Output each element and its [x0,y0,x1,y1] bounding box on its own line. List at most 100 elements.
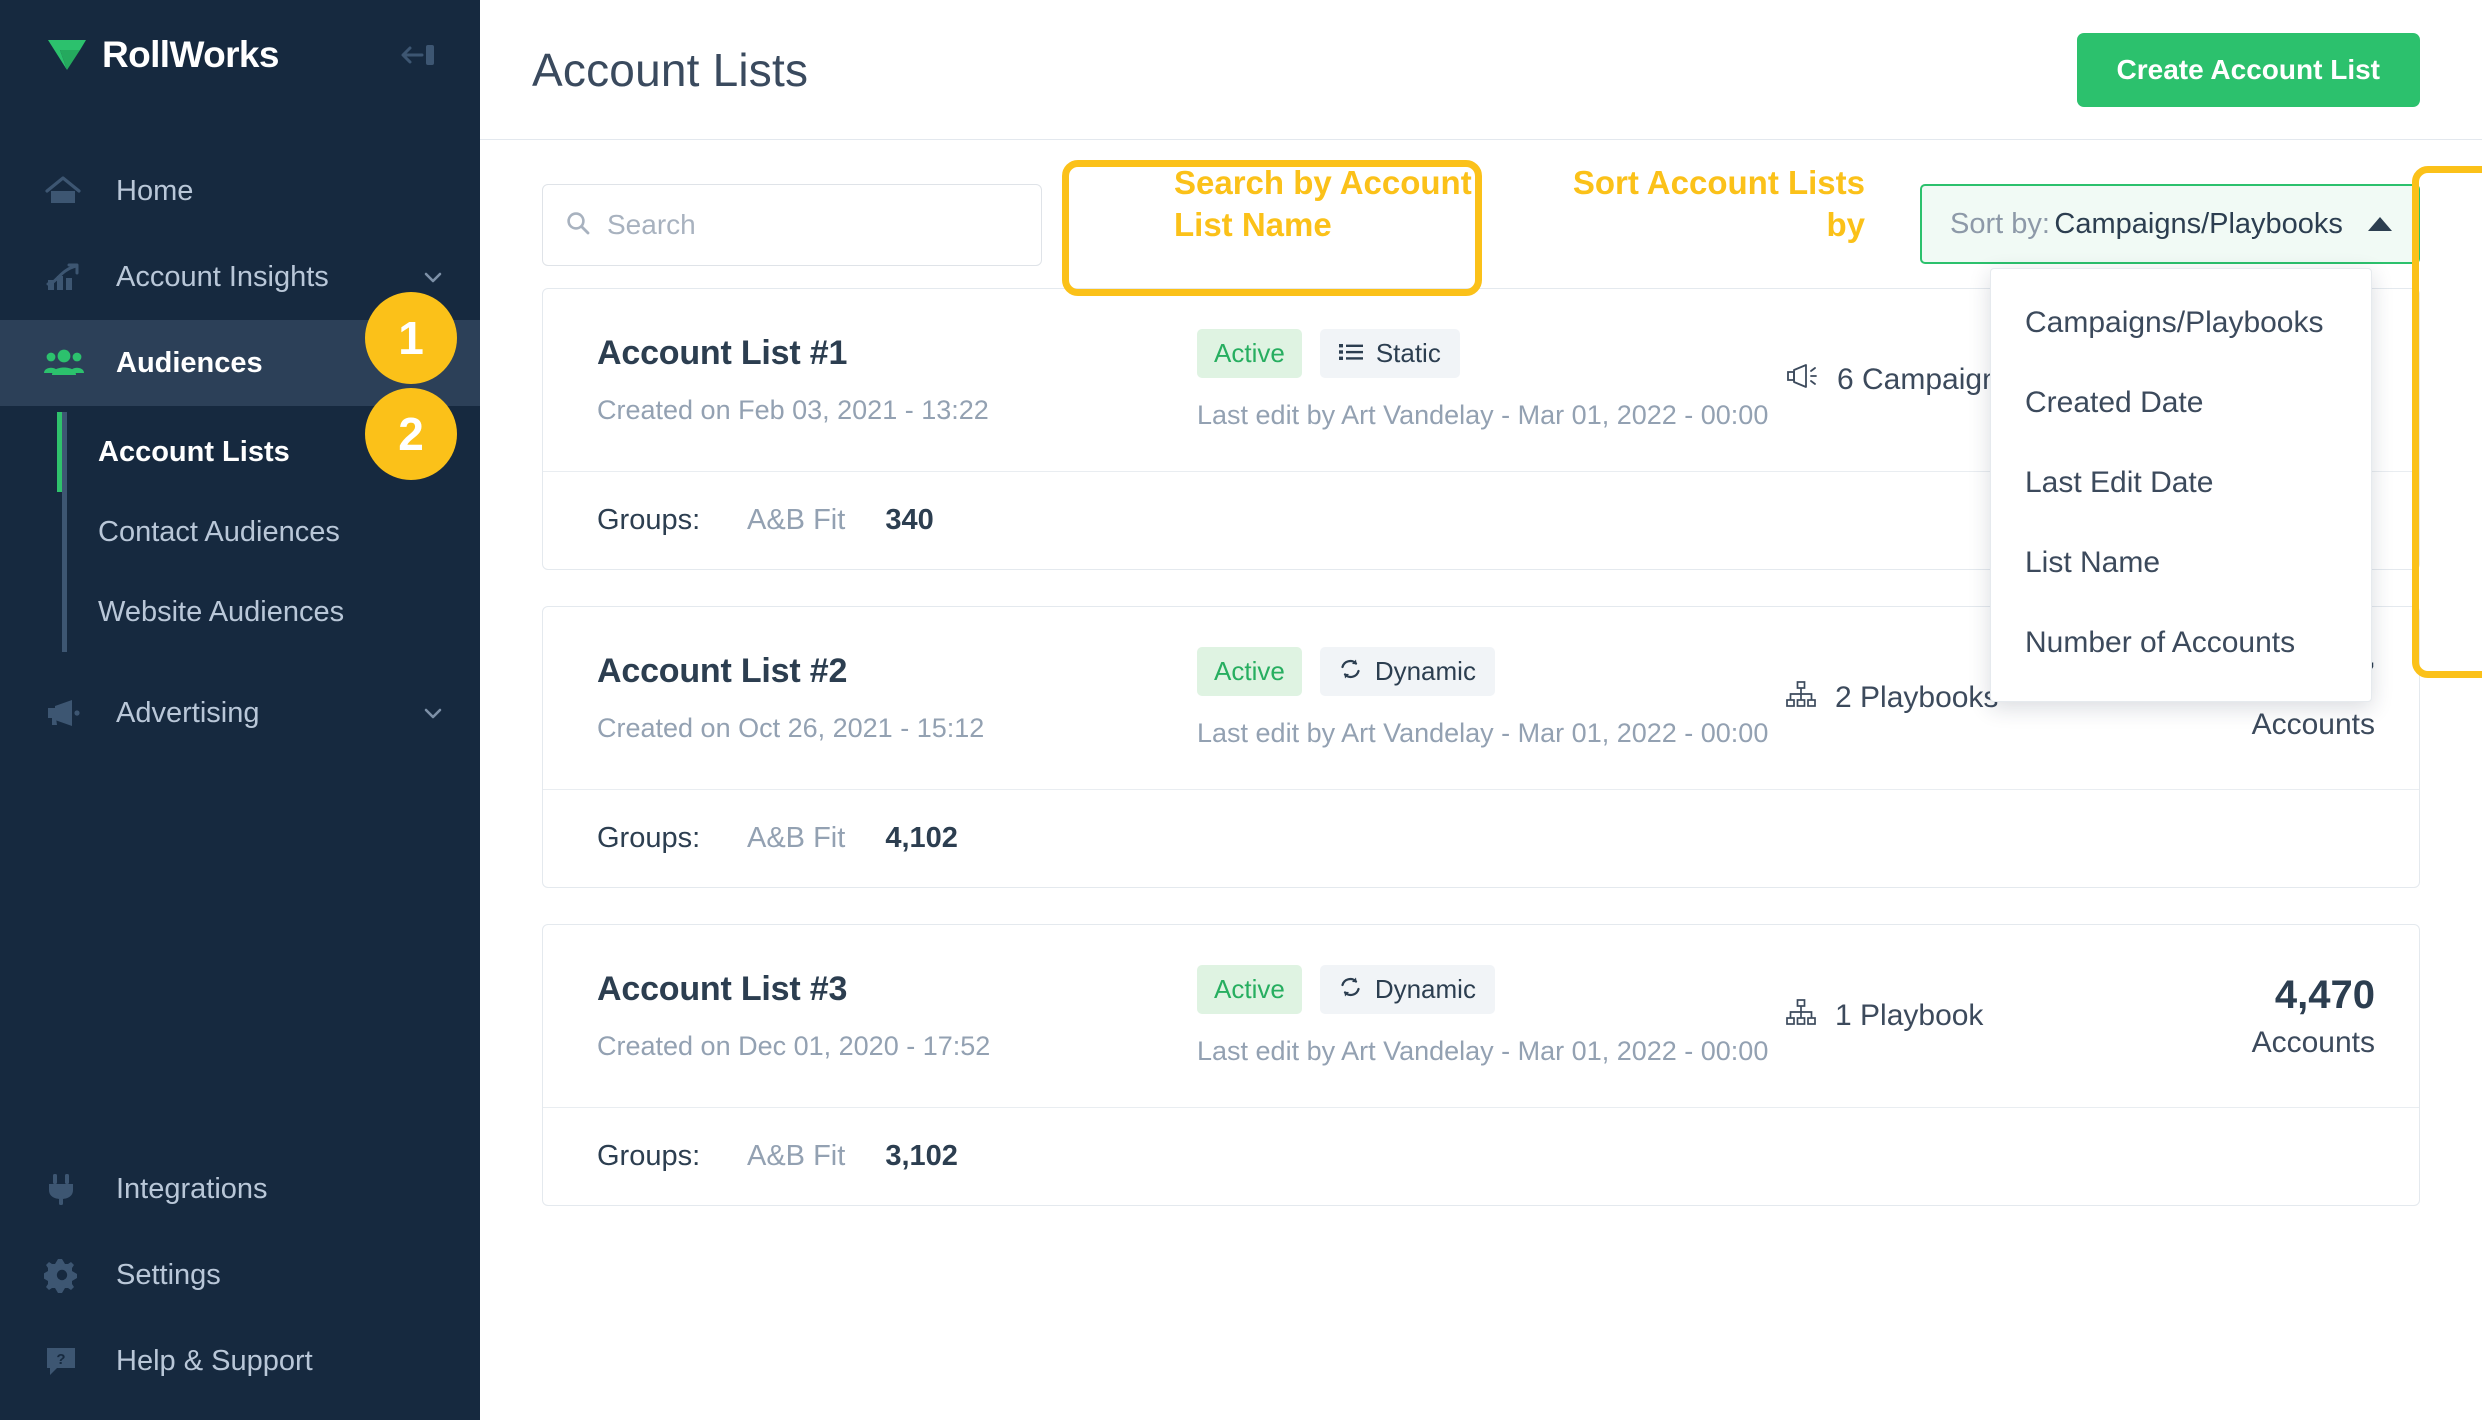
sidebar-item-label: Integrations [116,1172,268,1205]
svg-text:?: ? [56,1351,65,1368]
group-name[interactable]: A&B Fit [747,504,845,537]
accounts-label: Accounts [2251,1025,2375,1059]
sidebar-item-home[interactable]: Home [0,148,480,234]
last-edit-info: Last edit by Art Vandelay - Mar 01, 2022… [1197,400,1769,430]
status-badge: Active [1197,647,1302,696]
plug-icon [44,1172,90,1206]
account-list-name[interactable]: Account List #3 [597,970,1197,1009]
sidebar-item-settings[interactable]: Settings [0,1232,480,1318]
gear-icon [44,1257,90,1293]
groups-label: Groups: [597,504,701,536]
annotation-search-label: Search by Account List Name [1174,164,1472,243]
created-date: Created on Feb 03, 2021 - 13:22 [597,395,989,425]
brand-logo[interactable]: RollWorks [46,34,396,76]
group-name[interactable]: A&B Fit [747,1140,845,1173]
group-value: 4,102 [885,822,958,854]
search-input[interactable] [607,209,1019,241]
status-badge: Active [1197,329,1302,378]
sidebar-header: RollWorks [0,0,480,110]
sitemap-icon [1785,680,1817,716]
list-type-label: Static [1375,338,1441,368]
sidebar-subitem-label: Account Lists [98,435,290,468]
sidebar: RollWorks Home Account Insights Audience… [0,0,480,1420]
playbook-count: 2 Playbooks [1835,681,1999,714]
sort-option-created-date[interactable]: Created Date [1991,363,2371,443]
created-date: Created on Oct 26, 2021 - 15:12 [597,713,985,743]
sidebar-item-label: Settings [116,1258,221,1291]
sidebar-item-label: Home [116,174,194,207]
annotation-step-badge-1: 1 [365,292,457,384]
annotation-sort-label: Sort Account Lists by [1572,164,1865,243]
sidebar-bottom-nav: Integrations Settings ? Help & Support [0,1146,480,1404]
status-badge: Active [1197,965,1302,1014]
help-chat-icon: ? [44,1344,90,1378]
sort-selected-value: Campaigns/Playbooks [2054,207,2343,240]
list-type-label: Dynamic [1374,656,1476,686]
page-title: Account Lists [532,43,809,96]
refresh-icon [1339,974,1362,1005]
caret-up-icon[interactable] [2368,217,2392,231]
card-name-column: Account List #1 Created on Feb 03, 2021 … [597,334,1197,426]
last-edit-info: Last edit by Art Vandelay - Mar 01, 2022… [1197,718,1769,748]
sort-dropdown-button[interactable]: Sort by: Campaigns/Playbooks [1920,184,2420,264]
list-type-badge: Dynamic [1319,647,1495,696]
groups-label: Groups: [597,822,701,854]
playbook-count: 1 Playbook [1835,999,1984,1032]
created-date: Created on Dec 01, 2020 - 17:52 [597,1031,991,1061]
sitemap-icon [1785,998,1817,1034]
search-wrapper [542,184,1042,266]
sort-dropdown-menu: Campaigns/Playbooks Created Date Last Ed… [1990,268,2372,702]
sort-by-label: Sort by: [1950,207,2050,240]
groups-label: Groups: [597,1140,701,1172]
sidebar-item-label: Help & Support [116,1344,313,1377]
app-root: RollWorks Home Account Insights Audience… [0,0,2482,1420]
sidebar-item-label: Advertising [116,696,260,729]
sidebar-item-website-audiences[interactable]: Website Audiences [62,572,480,652]
list-type-label: Dynamic [1374,974,1476,1004]
chart-trend-icon [44,260,90,294]
group-value: 340 [885,504,934,536]
annotation-step-badge-2: 2 [365,388,457,480]
card-status-column: Active Dynamic Last edit by Art Vandelay… [1197,647,1785,749]
content-area: Search by Account List Name Sort Account… [480,140,2482,1206]
sidebar-item-label: Account Insights [116,260,329,293]
home-icon [44,174,90,208]
sort-option-campaigns-playbooks[interactable]: Campaigns/Playbooks [1991,283,2371,363]
sidebar-item-contact-audiences[interactable]: Contact Audiences [62,492,480,572]
card-relation-column: 1 Playbook [1785,998,2115,1034]
sidebar-item-integrations[interactable]: Integrations [0,1146,480,1232]
main-content: Account Lists Create Account List Search… [480,0,2482,1420]
card-groups-row: Groups: A&B Fit 4,102 [543,789,2419,887]
badge-number: 1 [398,312,424,364]
account-list-card[interactable]: Account List #3 Created on Dec 01, 2020 … [542,924,2420,1206]
card-accounts-column: 4,470 Accounts [2115,973,2375,1060]
badges-row: Active Static [1197,329,1785,378]
refresh-icon [1339,656,1362,687]
collapse-sidebar-icon[interactable] [396,37,440,73]
accounts-label: Accounts [2251,707,2375,741]
chevron-down-icon[interactable] [420,700,446,726]
chevron-down-icon[interactable] [420,264,446,290]
top-bar: Account Lists Create Account List [480,0,2482,140]
toolbar: Search by Account List Name Sort Account… [542,140,2420,702]
megaphone-icon [44,697,90,729]
sort-option-number-of-accounts[interactable]: Number of Accounts [1991,603,2371,683]
group-name[interactable]: A&B Fit [747,822,845,855]
sort-wrapper: Sort by: Campaigns/Playbooks Campaigns/P… [1920,184,2420,702]
account-list-name[interactable]: Account List #1 [597,334,1197,373]
card-main-row: Account List #3 Created on Dec 01, 2020 … [543,925,2419,1107]
sidebar-subitem-label: Website Audiences [98,595,345,628]
sort-option-list-name[interactable]: List Name [1991,523,2371,603]
account-list-name[interactable]: Account List #2 [597,652,1197,691]
card-name-column: Account List #3 Created on Dec 01, 2020 … [597,970,1197,1062]
sort-option-last-edit-date[interactable]: Last Edit Date [1991,443,2371,523]
list-type-badge: Static [1319,329,1460,378]
brand-name: RollWorks [102,34,279,75]
sidebar-item-advertising[interactable]: Advertising [0,670,480,756]
search-box[interactable] [542,184,1042,266]
create-account-list-button[interactable]: Create Account List [2076,32,2420,107]
rollworks-logo-icon [46,38,88,72]
badges-row: Active Dynamic [1197,965,1785,1014]
sidebar-item-help-support[interactable]: ? Help & Support [0,1318,480,1404]
list-type-badge: Dynamic [1319,965,1495,1014]
